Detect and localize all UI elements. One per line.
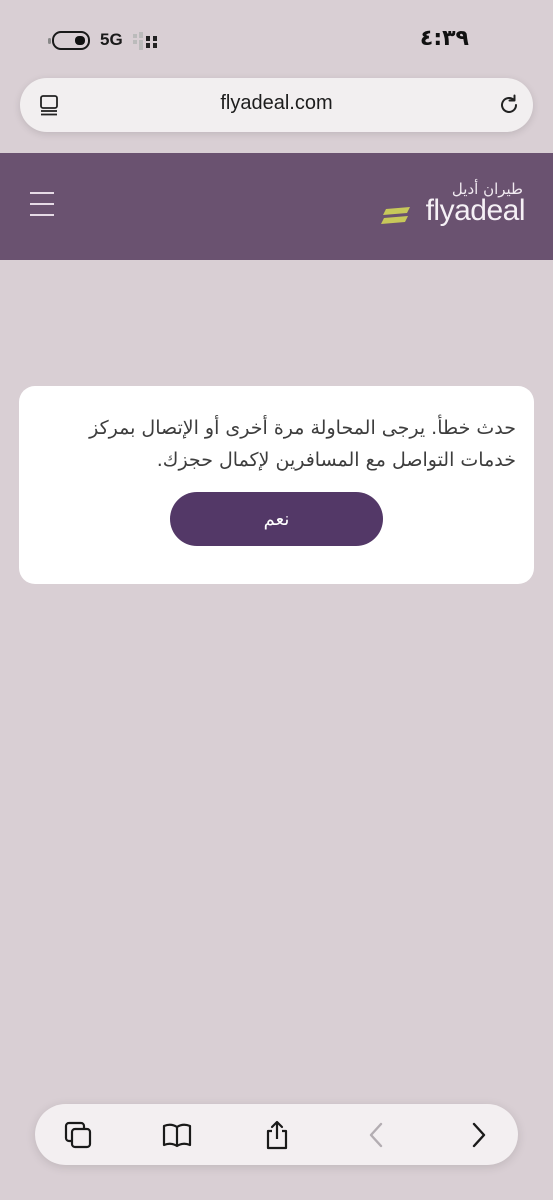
- network-label: 5G: [100, 30, 123, 49]
- signal-icon: [133, 32, 157, 50]
- confirm-button[interactable]: نعم: [170, 492, 383, 546]
- address-bar[interactable]: flyadeal.com: [20, 78, 533, 132]
- logo-mark-icon: [381, 207, 410, 224]
- back-icon[interactable]: [362, 1120, 392, 1150]
- forward-icon[interactable]: [463, 1120, 493, 1150]
- error-message: حدث خطأ. يرجى المحاولة مرة أخرى أو الإتص…: [89, 417, 516, 471]
- reload-icon[interactable]: [497, 93, 521, 117]
- share-icon[interactable]: [262, 1120, 292, 1150]
- error-dialog: حدث خطأ. يرجى المحاولة مرة أخرى أو الإتص…: [19, 386, 534, 584]
- flyadeal-logo[interactable]: طيران أديل flyadeal: [380, 180, 526, 230]
- battery-icon: [48, 31, 90, 50]
- clock: ٤:٣٩: [419, 26, 469, 51]
- tabs-icon[interactable]: [63, 1120, 93, 1150]
- status-bar: 5G ٤:٣٩: [0, 0, 553, 70]
- browser-toolbar: [35, 1104, 518, 1165]
- hamburger-menu-icon[interactable]: [30, 192, 54, 216]
- url-text[interactable]: flyadeal.com: [20, 92, 533, 115]
- bookmarks-icon[interactable]: [162, 1120, 192, 1150]
- logo-latin-text: flyadeal: [425, 194, 526, 227]
